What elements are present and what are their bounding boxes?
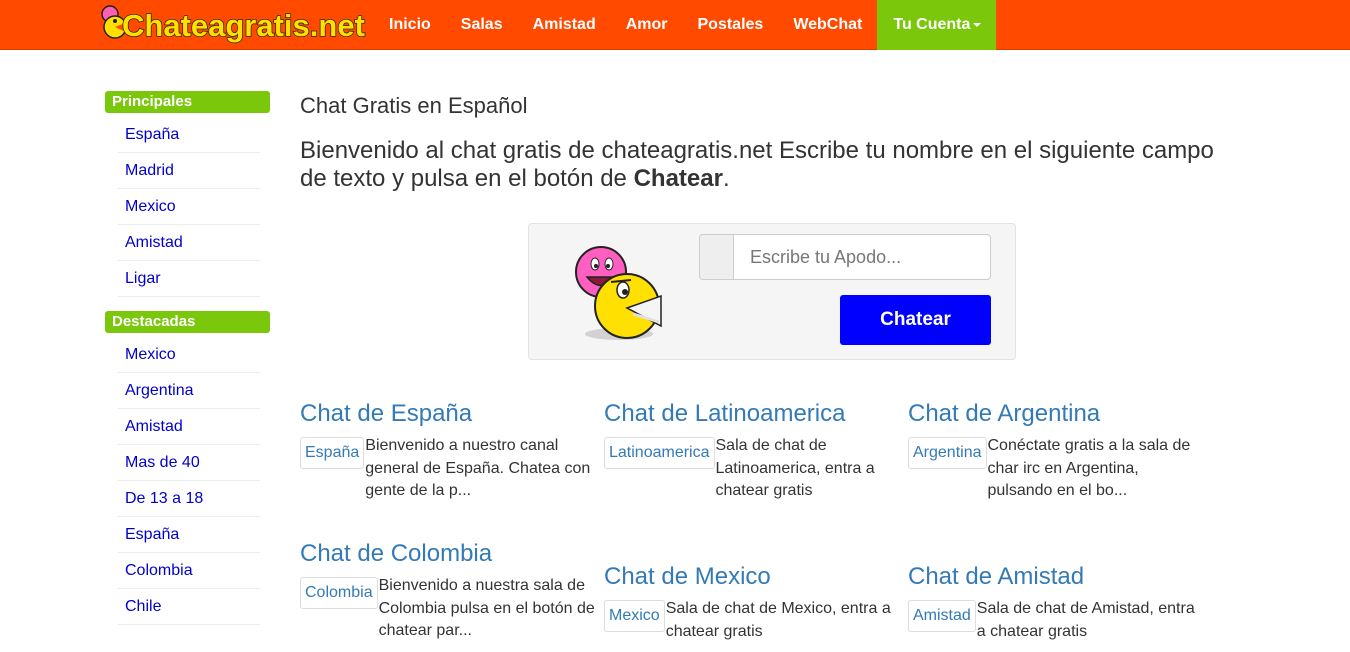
main-nav: Inicio Salas Amistad Amor Postales WebCh… (374, 0, 997, 50)
sidebar-link-mas-de-40[interactable]: Mas de 40 (118, 445, 260, 481)
chatear-button[interactable]: Chatear (840, 295, 991, 345)
nav-item-amistad[interactable]: Amistad (518, 0, 611, 50)
room-title-link[interactable]: Chat de Colombia (300, 540, 600, 568)
intro-bold: Chatear (633, 165, 723, 192)
room-tag[interactable]: España (300, 437, 365, 469)
mascot-icon (571, 234, 663, 351)
sidebar-list-destacadas: Mexico Argentina Amistad Mas de 40 De 13… (118, 337, 260, 625)
sidebar-link-chile[interactable]: Chile (118, 589, 260, 625)
logo-text: Chateagratis.net (122, 8, 365, 43)
sidebar-link-madrid[interactable]: Madrid (118, 153, 260, 189)
room-card-mexico: Chat de Mexico Mexico Sala de chat de Me… (604, 563, 904, 643)
sidebar-link-espana[interactable]: España (118, 517, 260, 553)
sidebar-link-amistad[interactable]: Amistad (118, 225, 260, 261)
input-addon (700, 235, 734, 279)
nav-item-tu-cuenta[interactable]: Tu Cuenta (877, 0, 997, 50)
room-title-link[interactable]: Chat de España (300, 400, 600, 428)
room-card-latinoamerica: Chat de Latinoamerica Latinoamerica Sala… (604, 400, 904, 503)
room-card-body: Argentina Conéctate gratis a la sala de … (908, 435, 1208, 503)
nav-item-amor[interactable]: Amor (611, 0, 683, 50)
sidebar-link-argentina[interactable]: Argentina (118, 373, 260, 409)
room-card-argentina: Chat de Argentina Argentina Conéctate gr… (908, 400, 1208, 503)
room-tag[interactable]: Argentina (908, 437, 987, 469)
intro-end: . (722, 165, 730, 192)
room-card-body: Colombia Bienvenido a nuestra sala de Co… (300, 575, 600, 643)
caret-down-icon (973, 22, 982, 27)
room-card-body: Amistad Sala de chat de Amistad, entra a… (908, 598, 1208, 643)
room-tag[interactable]: Latinoamerica (604, 437, 715, 469)
room-description: Sala de chat de Amistad, entra a chatear… (976, 600, 1195, 640)
room-title-link[interactable]: Chat de Argentina (908, 400, 1208, 428)
intro-paragraph: Bienvenido al chat gratis de chateagrati… (300, 137, 1230, 193)
sidebar-link-de-13-a-18[interactable]: De 13 a 18 (118, 481, 260, 517)
nickname-input[interactable] (734, 235, 990, 279)
room-tag[interactable]: Mexico (604, 600, 665, 632)
room-card-body: Mexico Sala de chat de Mexico, entra a c… (604, 598, 904, 643)
intro-text: Bienvenido al chat gratis de chateagrati… (300, 137, 1214, 192)
room-title-link[interactable]: Chat de Amistad (908, 563, 1208, 591)
site-logo[interactable]: Chateagratis.net (96, 0, 376, 50)
sidebar-link-mexico[interactable]: Mexico (118, 189, 260, 225)
sidebar-link-espana[interactable]: España (118, 117, 260, 153)
sidebar-heading-destacadas: Destacadas (105, 311, 270, 333)
tu-cuenta-label: Tu Cuenta (893, 16, 971, 33)
nav-item-salas[interactable]: Salas (446, 0, 518, 50)
room-card-amistad: Chat de Amistad Amistad Sala de chat de … (908, 563, 1208, 643)
sidebar-heading-principales: Principales (105, 91, 270, 113)
room-tag[interactable]: Colombia (300, 577, 378, 609)
room-card-espana: Chat de España España Bienvenido a nuest… (300, 400, 600, 503)
room-card-colombia: Chat de Colombia Colombia Bienvenido a n… (300, 540, 600, 643)
room-tag[interactable]: Amistad (908, 600, 976, 632)
chat-login-box: Chatear (528, 223, 1016, 360)
room-card-body: Latinoamerica Sala de chat de Latinoamer… (604, 435, 904, 503)
sidebar-link-colombia[interactable]: Colombia (118, 553, 260, 589)
nickname-input-group (699, 234, 991, 280)
room-description: Sala de chat de Mexico, entra a chatear … (665, 600, 891, 640)
nav-item-inicio[interactable]: Inicio (374, 0, 446, 50)
nav-item-webchat[interactable]: WebChat (778, 0, 877, 50)
room-description: Bienvenido a nuestro canal general de Es… (365, 437, 591, 499)
room-description: Conéctate gratis a la sala de char irc e… (987, 437, 1191, 499)
room-description: Bienvenido a nuestra sala de Colombia pu… (378, 577, 595, 639)
page-title: Chat Gratis en Español (300, 93, 528, 118)
room-description: Sala de chat de Latinoamerica, entra a c… (715, 437, 875, 499)
nav-item-postales[interactable]: Postales (683, 0, 779, 50)
sidebar-link-mexico[interactable]: Mexico (118, 337, 260, 373)
room-card-body: España Bienvenido a nuestro canal genera… (300, 435, 600, 503)
sidebar-link-ligar[interactable]: Ligar (118, 261, 260, 297)
top-navbar: Chateagratis.net Inicio Salas Amistad Am… (0, 0, 1350, 50)
room-title-link[interactable]: Chat de Latinoamerica (604, 400, 904, 428)
sidebar-link-amistad[interactable]: Amistad (118, 409, 260, 445)
sidebar-list-principales: España Madrid Mexico Amistad Ligar (118, 117, 260, 297)
sidebar: Principales España Madrid Mexico Amistad… (105, 91, 270, 625)
room-title-link[interactable]: Chat de Mexico (604, 563, 904, 591)
